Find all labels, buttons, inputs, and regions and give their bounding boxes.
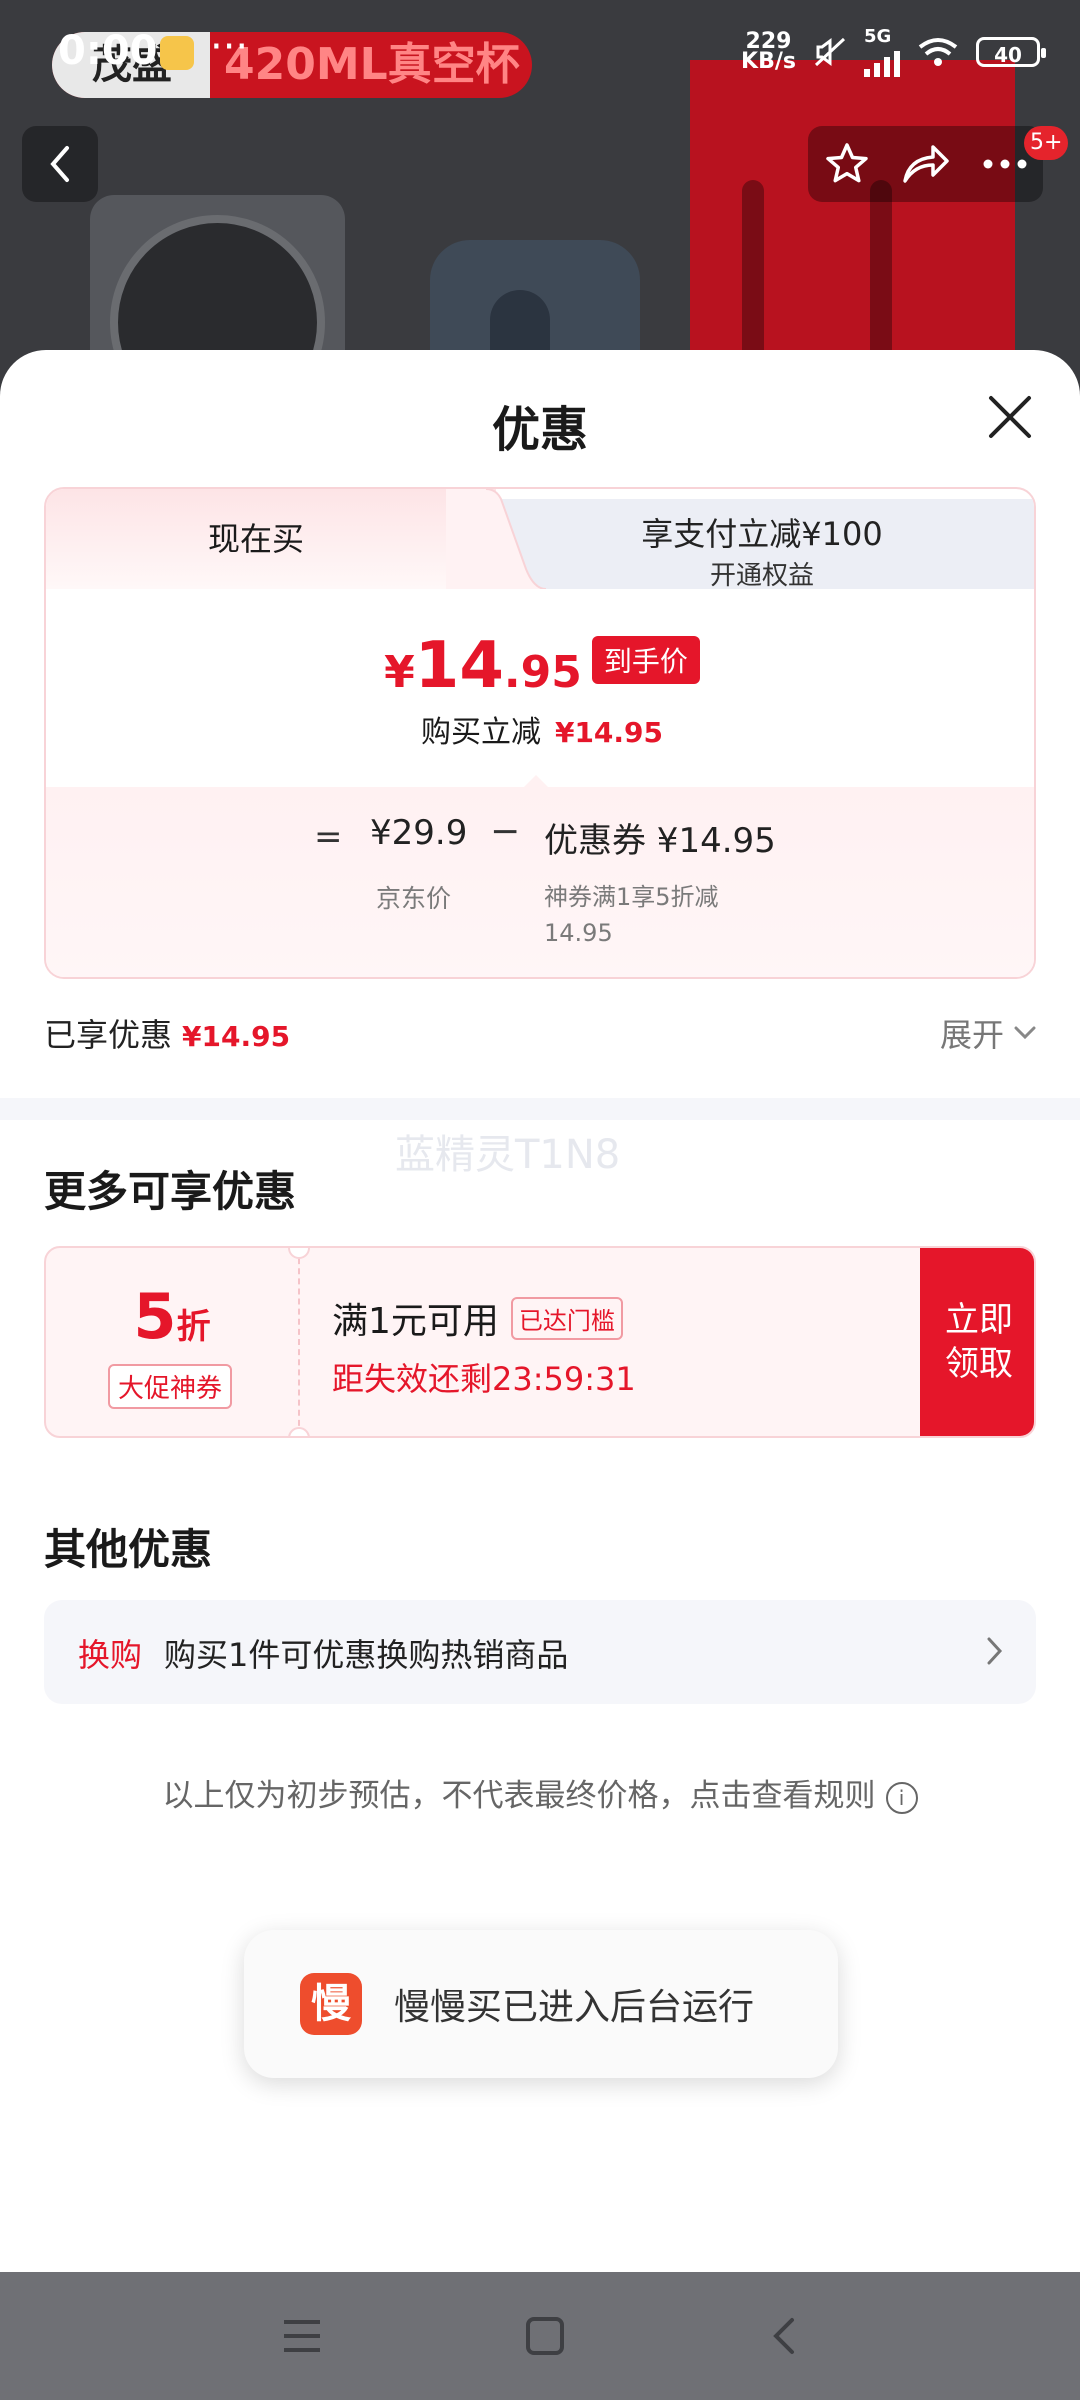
coupon-type-tag: 大促神券 bbox=[108, 1364, 233, 1409]
purchase-reduction-row: 购买立减 ¥14.95 bbox=[46, 707, 1034, 751]
info-icon: i bbox=[885, 1781, 918, 1814]
discount-sheet: 优惠 享支付立减¥100 开通权益 现在买 ¥14.95 到手价 购买立减 ¥14… bbox=[0, 350, 1080, 2272]
enjoyed-discount-value: ¥14.95 bbox=[182, 1020, 291, 1053]
sheet-title: 优惠 bbox=[491, 402, 588, 458]
more-offers-title: 更多可享优惠 bbox=[44, 1167, 297, 1216]
breakdown-minus: − bbox=[490, 811, 521, 852]
chevron-right-icon bbox=[987, 1637, 1003, 1665]
chevron-down-icon bbox=[1014, 1026, 1036, 1040]
chevron-left-icon bbox=[50, 146, 69, 182]
network-speed: 229 KB/s bbox=[741, 30, 796, 74]
price-breakdown bbox=[46, 787, 1034, 977]
tab-pay-benefit-label: 享支付立减¥100 bbox=[641, 515, 883, 553]
breakdown-equals: = bbox=[314, 817, 343, 857]
favorite-star-icon[interactable] bbox=[823, 140, 871, 188]
more-icon[interactable] bbox=[982, 158, 1028, 170]
discount-unit: 折 bbox=[176, 1307, 211, 1347]
section-divider bbox=[0, 1098, 1080, 1120]
coupon-description: 神券满1享5折减14.95 bbox=[544, 883, 719, 947]
price-card: 享支付立减¥100 开通权益 现在买 ¥14.95 到手价 购买立减 ¥14.95… bbox=[44, 487, 1036, 979]
price-currency: ¥ bbox=[384, 647, 415, 698]
mute-icon bbox=[814, 37, 846, 66]
other-offers-title: 其他优惠 bbox=[44, 1525, 213, 1574]
home-icon[interactable] bbox=[525, 2316, 565, 2356]
trade-in-tag: 换购 bbox=[78, 1636, 143, 1674]
top-actions-group bbox=[808, 126, 1043, 202]
status-more-dots: ··· bbox=[210, 24, 249, 70]
price-integer: 14 bbox=[414, 629, 504, 703]
enjoyed-discount-label: 已享优惠 bbox=[44, 1016, 173, 1054]
notification-app-icon bbox=[160, 36, 194, 70]
share-icon[interactable] bbox=[901, 141, 951, 187]
wifi-icon bbox=[918, 37, 958, 66]
cellular-group: 5G bbox=[864, 26, 900, 77]
coupon-discount-panel: 5折 大促神券 bbox=[46, 1248, 298, 1436]
expand-label: 展开 bbox=[939, 1016, 1004, 1054]
manmanmai-app-icon: 慢 bbox=[300, 1973, 362, 2035]
coupon-condition-text: 满1元可用 bbox=[332, 1301, 499, 1342]
tab-pay-benefit-sublabel: 开通权益 bbox=[709, 561, 814, 591]
coupon-separator bbox=[298, 1248, 300, 1436]
price-decimal: .95 bbox=[503, 647, 582, 698]
coupon-discount: 5折 bbox=[46, 1280, 298, 1353]
background-running-toast: 慢 慢慢买已进入后台运行 bbox=[244, 1930, 838, 2078]
claim-coupon-button[interactable]: 立即 领取 bbox=[920, 1248, 1034, 1436]
purchase-reduction-label: 购买立减 bbox=[420, 715, 541, 750]
status-bar: 0:00 ··· 229 KB/s 5G 40 bbox=[0, 0, 1080, 100]
jd-price-label: 京东价 bbox=[376, 884, 452, 913]
status-time: 0:00 bbox=[58, 28, 158, 74]
status-right-group: 229 KB/s 5G 40 bbox=[741, 26, 1046, 77]
trade-in-offer-row[interactable]: 换购 购买1件可优惠换购热销商品 bbox=[44, 1600, 1036, 1704]
claim-label-line1: 立即 bbox=[945, 1300, 1013, 1340]
toast-text: 慢慢买已进入后台运行 bbox=[394, 1987, 755, 2028]
tab-buy-now-label: 现在买 bbox=[207, 520, 304, 558]
coupon-notch bbox=[288, 1427, 310, 1436]
back-button[interactable] bbox=[22, 126, 98, 202]
final-price-block: ¥14.95 到手价 bbox=[46, 629, 1034, 703]
back-nav-icon[interactable] bbox=[768, 2316, 798, 2356]
jd-price-value: ¥29.9 bbox=[370, 813, 468, 853]
watermark-text: 蓝精灵T1N8 bbox=[395, 1132, 621, 1178]
menu-icon[interactable] bbox=[282, 2318, 322, 2354]
coupon-condition: 满1元可用 已达门槛 bbox=[332, 1292, 623, 1344]
trade-in-text: 购买1件可优惠换购热销商品 bbox=[164, 1636, 569, 1674]
disclaimer-link[interactable]: 以上仅为初步预估，不代表最终价格，点击查看规则 i bbox=[0, 1770, 1080, 1815]
enjoyed-discount-row: 已享优惠 ¥14.95 bbox=[44, 1010, 290, 1056]
final-price-tag: 到手价 bbox=[591, 636, 700, 684]
discount-number: 5 bbox=[133, 1280, 177, 1353]
threshold-reached-tag: 已达门槛 bbox=[510, 1296, 623, 1340]
network-type: 5G bbox=[864, 26, 892, 47]
message-count-badge: 5+ bbox=[1024, 126, 1069, 160]
signal-icon bbox=[864, 47, 900, 77]
purchase-reduction-value: ¥14.95 bbox=[554, 716, 664, 749]
battery-icon: 40 bbox=[976, 36, 1046, 67]
close-icon[interactable] bbox=[985, 392, 1035, 442]
final-price: ¥14.95 bbox=[384, 629, 582, 703]
expand-button[interactable]: 展开 bbox=[940, 1010, 1036, 1056]
coupon-card: 5折 大促神券 满1元可用 已达门槛 距失效还剩23:59:31 立即 领取 bbox=[44, 1246, 1036, 1438]
claim-label-line2: 领取 bbox=[945, 1344, 1013, 1384]
system-nav-bar bbox=[0, 2272, 1080, 2400]
disclaimer-text: 以上仅为初步预估，不代表最终价格，点击查看规则 bbox=[162, 1778, 876, 1814]
coupon-countdown: 距失效还剩23:59:31 bbox=[332, 1360, 636, 1398]
coupon-value: 优惠券 ¥14.95 bbox=[544, 821, 776, 861]
network-speed-unit: KB/s bbox=[741, 48, 796, 74]
